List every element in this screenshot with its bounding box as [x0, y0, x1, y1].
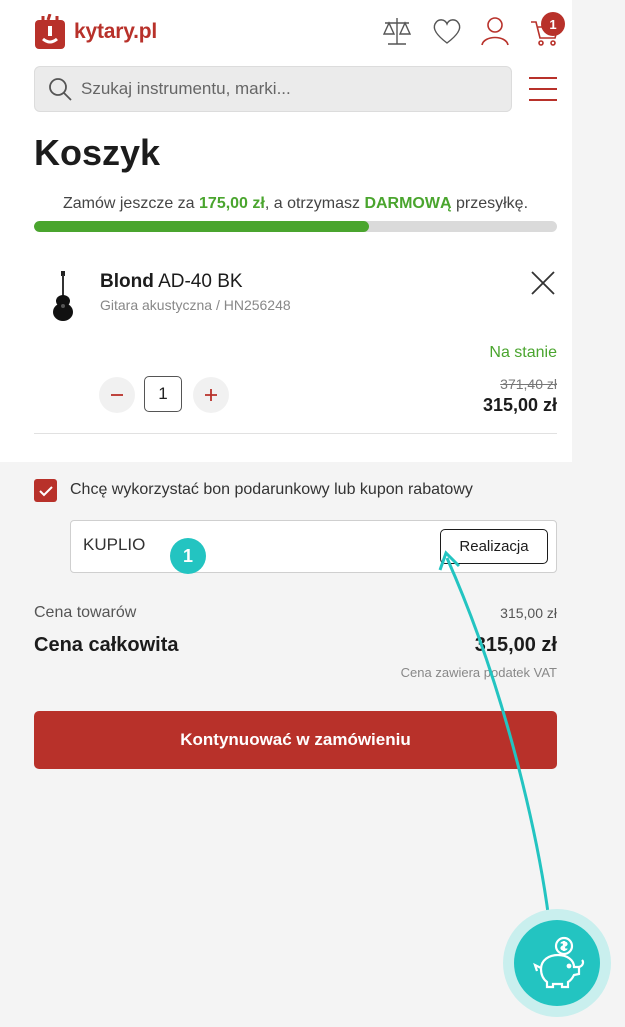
- plus-icon: [205, 389, 217, 401]
- savings-piggy-button[interactable]: [503, 909, 611, 1017]
- product-brand: Blond: [100, 271, 154, 292]
- wishlist-heart-icon[interactable]: [430, 14, 464, 48]
- coupon-code-input[interactable]: [83, 535, 403, 555]
- old-price: 371,40 zł: [500, 376, 557, 392]
- product-name[interactable]: Blond AD-40 BK: [100, 271, 243, 293]
- product-price: 315,00 zł: [482, 395, 557, 415]
- total-price-value: 315,00 zł: [474, 634, 557, 656]
- cart-count-badge: 1: [541, 12, 565, 36]
- progress-fill: [34, 221, 369, 232]
- remove-item-close-icon[interactable]: [530, 270, 556, 296]
- availability-status: Na stanie: [489, 344, 557, 361]
- continue-order-button[interactable]: Kontynuować w zamówieniu: [34, 711, 557, 769]
- product-model: AD-40 BK: [158, 271, 243, 292]
- checkmark-icon: [38, 485, 53, 496]
- vat-note: Cena zawiera podatek VAT: [400, 665, 557, 680]
- user-account-icon[interactable]: [478, 14, 512, 48]
- logo[interactable]: kytary.pl: [34, 13, 158, 50]
- free-shipping-message: Zamów jeszcze za 175,00 zł, a otrzymasz …: [34, 195, 557, 213]
- shipping-highlight: DARMOWĄ: [364, 195, 452, 212]
- divider: [34, 433, 557, 434]
- product-subtitle: Gitara akustyczna / HN256248: [100, 297, 291, 313]
- quantity-increase-button[interactable]: [193, 377, 229, 413]
- logo-text: kytary.pl: [74, 20, 158, 43]
- step-number-badge: 1: [170, 538, 206, 574]
- free-shipping-progress: [34, 221, 557, 232]
- coupon-checkbox[interactable]: [34, 479, 57, 502]
- coupon-checkbox-label[interactable]: Chcę wykorzystać bon podarunkowy lub kup…: [70, 481, 473, 499]
- product-image-guitar[interactable]: [48, 270, 78, 322]
- compare-icon[interactable]: [380, 14, 414, 48]
- redeem-coupon-button[interactable]: Realizacja: [440, 529, 548, 564]
- quantity-input[interactable]: [144, 376, 182, 412]
- search-input[interactable]: [81, 79, 481, 99]
- goods-price-value: 315,00 zł: [500, 605, 557, 621]
- shipping-prefix: Zamów jeszcze za: [62, 195, 195, 212]
- total-price-label: Cena całkowita: [34, 634, 179, 656]
- quantity-decrease-button[interactable]: [99, 377, 135, 413]
- shipping-amount: 175,00 zł: [199, 195, 265, 212]
- page-title: Koszyk: [34, 132, 161, 173]
- minus-icon: [111, 394, 123, 396]
- piggy-button-inner: [514, 920, 600, 1006]
- logo-icon: [34, 13, 66, 50]
- shipping-middle: , a otrzymasz: [264, 195, 360, 212]
- piggy-bank-icon: [533, 936, 585, 989]
- search-icon: [49, 78, 72, 101]
- search-bar[interactable]: [34, 66, 512, 112]
- hamburger-menu-icon[interactable]: [528, 76, 558, 102]
- shipping-suffix: przesyłkę.: [455, 195, 529, 212]
- goods-price-label: Cena towarów: [34, 604, 137, 621]
